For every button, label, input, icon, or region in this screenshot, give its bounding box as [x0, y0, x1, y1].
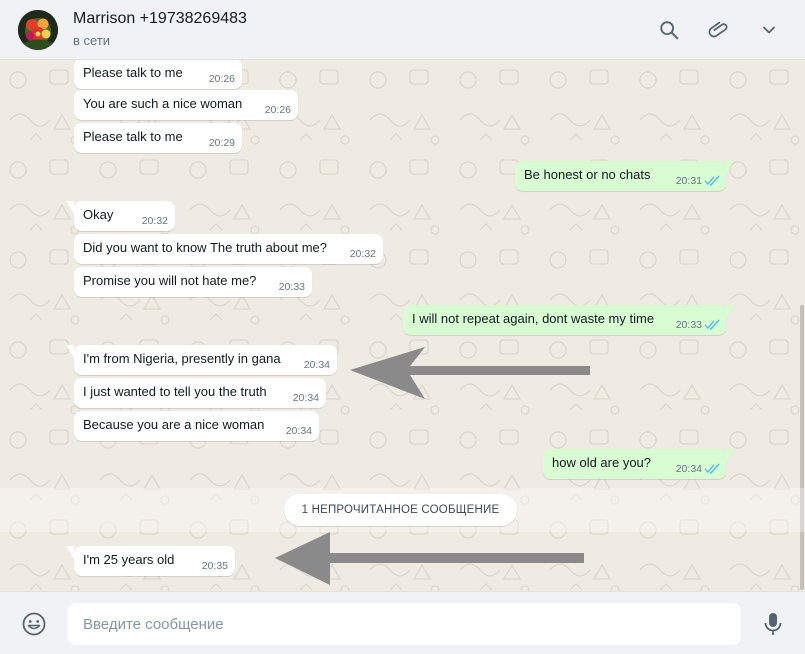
emoji-button[interactable] — [21, 611, 47, 637]
avatar-image — [18, 10, 58, 50]
emoji-icon — [22, 612, 46, 636]
menu-button[interactable] — [755, 16, 783, 44]
contact-status: в сети — [73, 33, 111, 48]
read-ticks-icon — [704, 319, 720, 330]
contact-name[interactable]: Marrison +19738269483 — [73, 10, 247, 28]
chat-header: Marrison +19738269483 в сети — [0, 0, 805, 60]
message-incoming[interactable]: You are such a nice woman 20:26 — [74, 90, 298, 120]
annotation-arrow — [275, 532, 584, 585]
message-text: I'm from Nigeria, presently in gana — [83, 351, 281, 366]
message-outgoing[interactable]: I will not repeat again, dont waste my t… — [403, 305, 734, 335]
message-list[interactable]: Please talk to me 20:26 You are such a n… — [0, 60, 805, 591]
message-text: I just wanted to tell you the truth — [83, 384, 267, 399]
message-time: 20:33 — [278, 281, 305, 293]
message-time: 20:35 — [201, 560, 228, 572]
search-icon — [660, 21, 679, 40]
message-text: I'm 25 years old — [83, 552, 175, 567]
attach-button[interactable] — [705, 16, 733, 44]
message-incoming[interactable]: I just wanted to tell you the truth 20:3… — [74, 378, 326, 408]
message-text: Because you are a nice woman — [83, 417, 265, 432]
message-time: 20:32 — [141, 215, 168, 227]
message-incoming[interactable]: Because you are a nice woman 20:34 — [74, 411, 319, 441]
message-incoming[interactable]: Promise you will not hate me? 20:33 — [74, 267, 312, 297]
message-time: 20:26 — [208, 73, 235, 85]
message-time: 20:33 — [675, 319, 702, 331]
message-text: Did you want to know The truth about me? — [83, 240, 328, 255]
message-incoming[interactable]: I'm from Nigeria, presently in gana 20:3… — [66, 345, 337, 375]
message-time: 20:34 — [303, 359, 330, 371]
message-text: You are such a nice woman — [83, 96, 243, 111]
message-time: 20:34 — [292, 392, 319, 404]
message-text: I will not repeat again, dont waste my t… — [412, 311, 655, 326]
scrollbar[interactable] — [800, 305, 804, 590]
message-time: 20:34 — [675, 463, 702, 475]
composer — [0, 591, 805, 654]
read-ticks-icon — [704, 175, 720, 186]
annotation-arrow — [350, 347, 590, 399]
message-text: Please talk to me — [83, 129, 183, 144]
message-time: 20:31 — [675, 175, 702, 187]
contact-avatar[interactable] — [18, 10, 58, 50]
message-incoming[interactable]: Okay 20:32 — [66, 201, 175, 231]
message-incoming[interactable]: Did you want to know The truth about me?… — [74, 234, 383, 264]
message-time: 20:26 — [264, 104, 291, 116]
message-outgoing[interactable]: Be honest or no chats 20:31 — [515, 161, 734, 191]
message-text: how old are you? — [552, 455, 652, 470]
message-incoming[interactable]: Please talk to me 20:26 — [74, 60, 242, 89]
microphone-icon — [764, 613, 782, 635]
message-text: Okay — [83, 207, 114, 222]
search-button[interactable] — [655, 16, 683, 44]
message-incoming[interactable]: Please talk to me 20:29 — [74, 123, 242, 153]
message-outgoing[interactable]: how old are you? 20:34 — [543, 449, 734, 479]
message-input[interactable] — [68, 603, 741, 645]
chevron-down-icon — [763, 26, 775, 34]
unread-divider: 1 НЕПРОЧИТАННОЕ СООБЩЕНИЕ — [284, 494, 517, 526]
message-text: Be honest or no chats — [524, 167, 651, 182]
paperclip-icon — [708, 21, 728, 38]
read-ticks-icon — [704, 463, 720, 474]
message-time: 20:29 — [208, 137, 235, 149]
message-time: 20:34 — [285, 425, 312, 437]
message-time: 20:32 — [349, 248, 376, 260]
voice-message-button[interactable] — [760, 610, 786, 638]
message-text: Promise you will not hate me? — [83, 273, 257, 288]
message-incoming[interactable]: I'm 25 years old 20:35 — [66, 546, 235, 576]
message-text: Please talk to me — [83, 65, 183, 80]
